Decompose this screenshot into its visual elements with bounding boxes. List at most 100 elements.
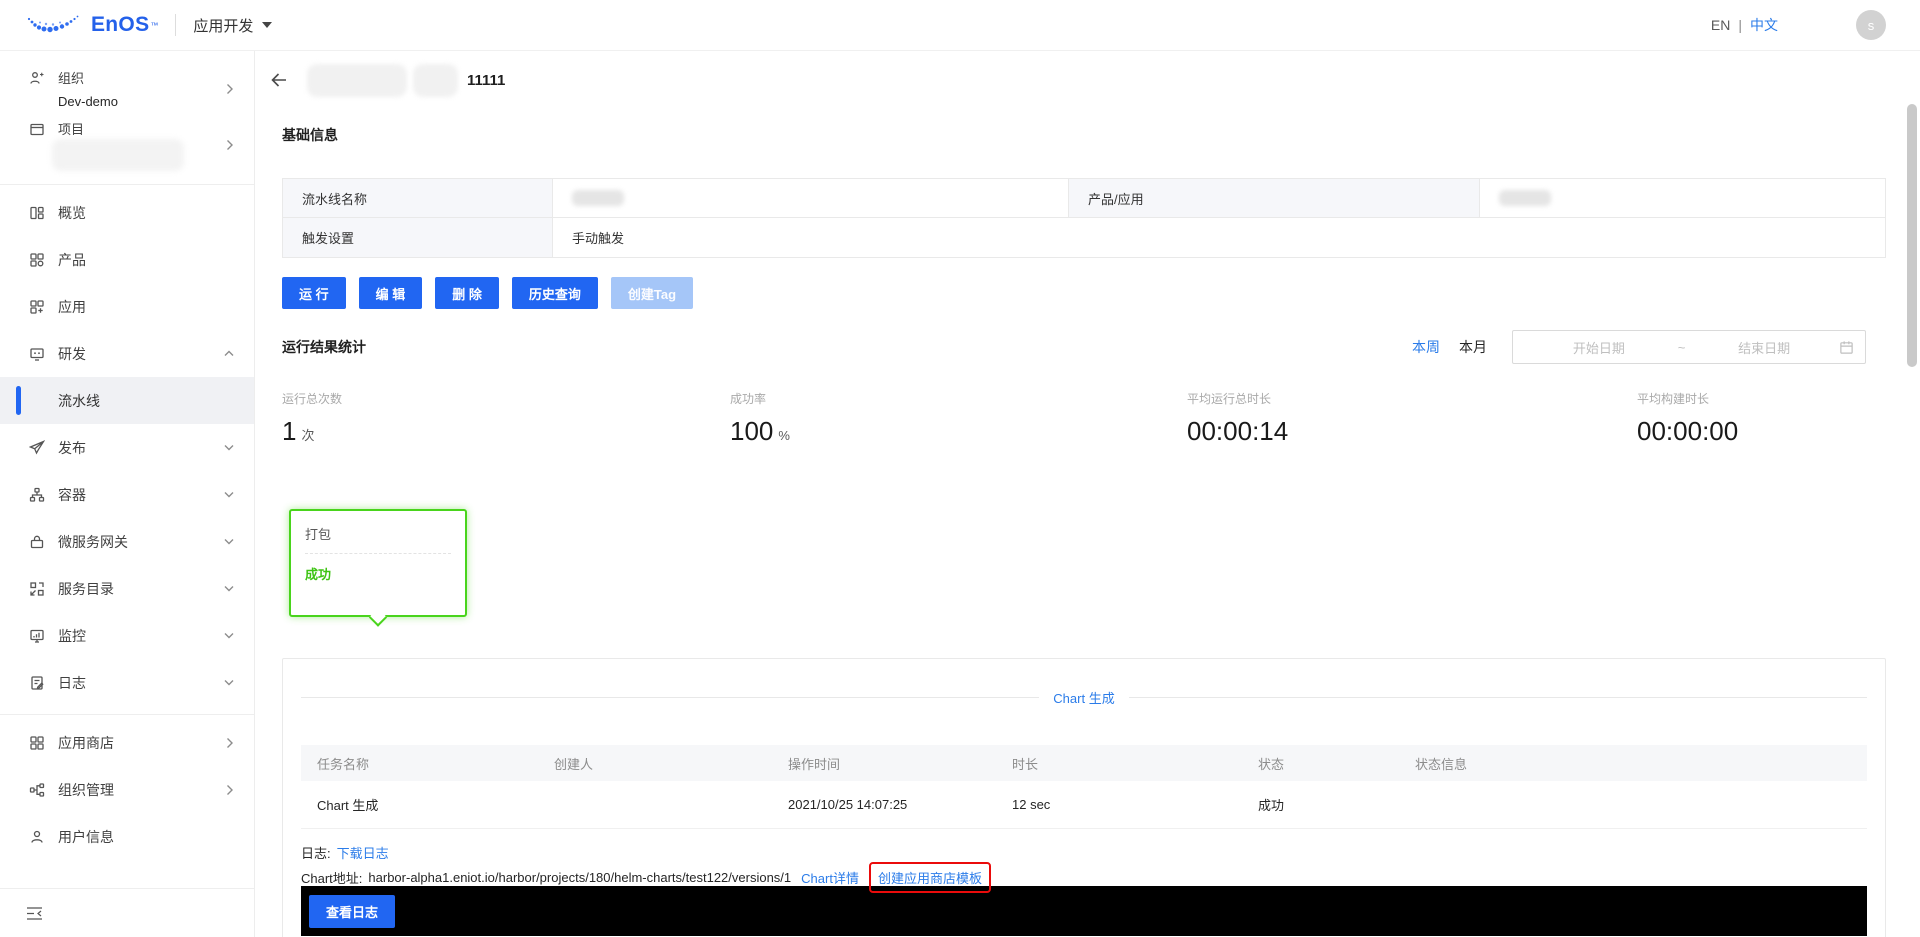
caret-down-icon — [262, 22, 273, 28]
sidebar-item-microservice-gateway[interactable]: 微服务网关 — [0, 518, 254, 565]
sidebar-item-label: 监控 — [58, 627, 86, 644]
sidebar-item-label: 服务目录 — [58, 580, 114, 597]
sidebar-divider — [0, 184, 254, 185]
avatar-letter: s — [1867, 17, 1875, 33]
user-avatar[interactable]: s — [1856, 10, 1886, 40]
project-label: 项目 — [58, 122, 85, 137]
sidebar-item-app-store[interactable]: 应用商店 — [0, 719, 254, 766]
stat-unit: 次 — [301, 428, 315, 443]
sidebar-item-organization[interactable]: 组织 Dev-demo — [0, 63, 254, 114]
stat-avg-total-duration: 平均运行总时长 00:00:14 — [1187, 390, 1637, 447]
organization-label: 组织 — [58, 71, 85, 86]
chevron-down-icon — [224, 539, 234, 545]
sidebar-item-project[interactable]: 项目 — [0, 114, 254, 176]
stat-label: 平均运行总时长 — [1187, 392, 1272, 406]
stat-total-runs: 运行总次数 1次 — [282, 390, 730, 447]
development-icon — [30, 347, 44, 361]
chevron-right-icon — [227, 784, 233, 795]
selected-indicator-bar — [16, 386, 21, 415]
service-catalog-icon — [30, 581, 44, 596]
sidebar-item-release[interactable]: 发布 — [0, 424, 254, 471]
date-range-picker[interactable]: 开始日期 ~ 结束日期 — [1512, 330, 1866, 364]
chevron-right-icon — [227, 140, 233, 150]
redacted-breadcrumb — [307, 63, 407, 97]
sidebar-item-label: 组织管理 — [58, 781, 114, 798]
stat-value: 100 — [730, 416, 774, 446]
sidebar-item-pipeline[interactable]: 流水线 — [0, 377, 254, 424]
sidebar-item-label: 日志 — [58, 674, 86, 691]
col-creator: 创建人 — [554, 756, 594, 772]
history-query-button[interactable]: 历史查询 — [511, 277, 598, 309]
topbar: EnOS ™ 应用开发 EN | 中文 s — [0, 0, 1920, 51]
language-zh[interactable]: 中文 — [1750, 15, 1778, 35]
page-title: 11111 — [467, 71, 506, 89]
sidebar-item-label: 容器 — [58, 486, 86, 503]
sidebar-item-logs[interactable]: 日志 — [0, 659, 254, 706]
sidebar-item-org-management[interactable]: 组织管理 — [0, 766, 254, 813]
sidebar-footer — [0, 888, 254, 937]
redacted-pipeline-name — [572, 190, 624, 206]
tab-this-week[interactable]: 本周 — [1412, 337, 1440, 357]
topbar-divider — [175, 14, 177, 36]
cell-task-name: Chart 生成 — [317, 798, 379, 813]
page-header: 11111 — [267, 61, 1886, 99]
sidebar-item-development[interactable]: 研发 — [0, 330, 254, 377]
create-store-template-link[interactable]: 创建应用商店模板 — [878, 868, 982, 887]
chevron-down-icon — [224, 680, 234, 686]
basic-info-section-title: 基础信息 — [282, 127, 338, 143]
sidebar-item-applications[interactable]: 应用 — [0, 283, 254, 330]
sidebar-item-monitoring[interactable]: 监控 — [0, 612, 254, 659]
chart-generate-link[interactable]: Chart 生成 — [1053, 688, 1114, 707]
collapse-sidebar-icon[interactable] — [26, 906, 43, 921]
sidebar-item-label: 研发 — [58, 345, 86, 362]
download-log-link[interactable]: 下载日志 — [337, 843, 389, 862]
project-icon — [30, 123, 44, 136]
chart-address-value: harbor-alpha1.eniot.io/harbor/projects/1… — [368, 869, 792, 885]
enos-logo-dots-icon — [27, 15, 79, 33]
sidebar-item-products[interactable]: 产品 — [0, 236, 254, 283]
back-button[interactable] — [267, 68, 291, 92]
edit-button[interactable]: 编 辑 — [358, 277, 423, 309]
language-en[interactable]: EN — [1711, 17, 1730, 33]
redacted-project-name — [52, 139, 184, 171]
sidebar-item-user-info[interactable]: 用户信息 — [0, 813, 254, 860]
containers-icon — [29, 487, 45, 502]
cell-status: 成功 — [1258, 798, 1285, 813]
divider-line — [301, 697, 1040, 698]
run-stats-grid: 运行总次数 1次 成功率 100% 平均运行总时长 00:00:14 平均构建时… — [282, 390, 1886, 447]
run-stats-title: 运行结果统计 — [282, 339, 366, 355]
sidebar-item-label: 概览 — [58, 204, 86, 221]
sidebar-item-label: 应用商店 — [58, 734, 114, 751]
tab-this-month[interactable]: 本月 — [1459, 337, 1487, 357]
annotation-red-box: 创建应用商店模板 — [868, 861, 991, 893]
chevron-right-icon — [227, 737, 233, 748]
brand-text: EnOS — [91, 13, 150, 36]
app-store-icon — [30, 735, 44, 750]
scrollbar-thumb[interactable] — [1907, 104, 1917, 367]
date-range-controls: 本周 本月 开始日期 ~ 结束日期 — [1412, 330, 1886, 364]
delete-button[interactable]: 删 除 — [435, 277, 499, 309]
sidebar-item-overview[interactable]: 概览 — [0, 189, 254, 236]
enos-logo[interactable]: EnOS ™ — [26, 12, 158, 38]
pipeline-name-value — [552, 179, 1068, 218]
organization-icon — [30, 72, 44, 84]
run-button[interactable]: 运 行 — [282, 277, 346, 309]
user-icon — [31, 830, 43, 843]
chart-address-line: Chart地址: harbor-alpha1.eniot.io/harbor/p… — [301, 861, 1867, 893]
app-switcher-dropdown[interactable]: 应用开发 — [193, 15, 273, 36]
sidebar-item-service-catalog[interactable]: 服务目录 — [0, 565, 254, 612]
chart-detail-link[interactable]: Chart详情 — [801, 868, 859, 887]
end-date-placeholder: 结束日期 — [1738, 340, 1791, 356]
col-task-name: 任务名称 — [317, 756, 370, 772]
chevron-right-icon — [227, 83, 233, 94]
chevron-down-icon — [224, 633, 234, 639]
sidebar-item-containers[interactable]: 容器 — [0, 471, 254, 518]
stat-value: 1 — [282, 416, 297, 446]
product-app-value — [1479, 179, 1885, 218]
arrow-left-icon — [271, 73, 286, 87]
view-log-button[interactable]: 查看日志 — [309, 895, 396, 928]
pipeline-stage-node[interactable]: 打包 成功 — [289, 509, 467, 627]
stage-detail-panel: Chart 生成 任务名称 创建人 操作时间 时长 状态 状态信息 Chart … — [282, 658, 1886, 937]
chevron-up-icon — [224, 350, 234, 356]
create-tag-button[interactable]: 创建Tag — [610, 277, 694, 309]
